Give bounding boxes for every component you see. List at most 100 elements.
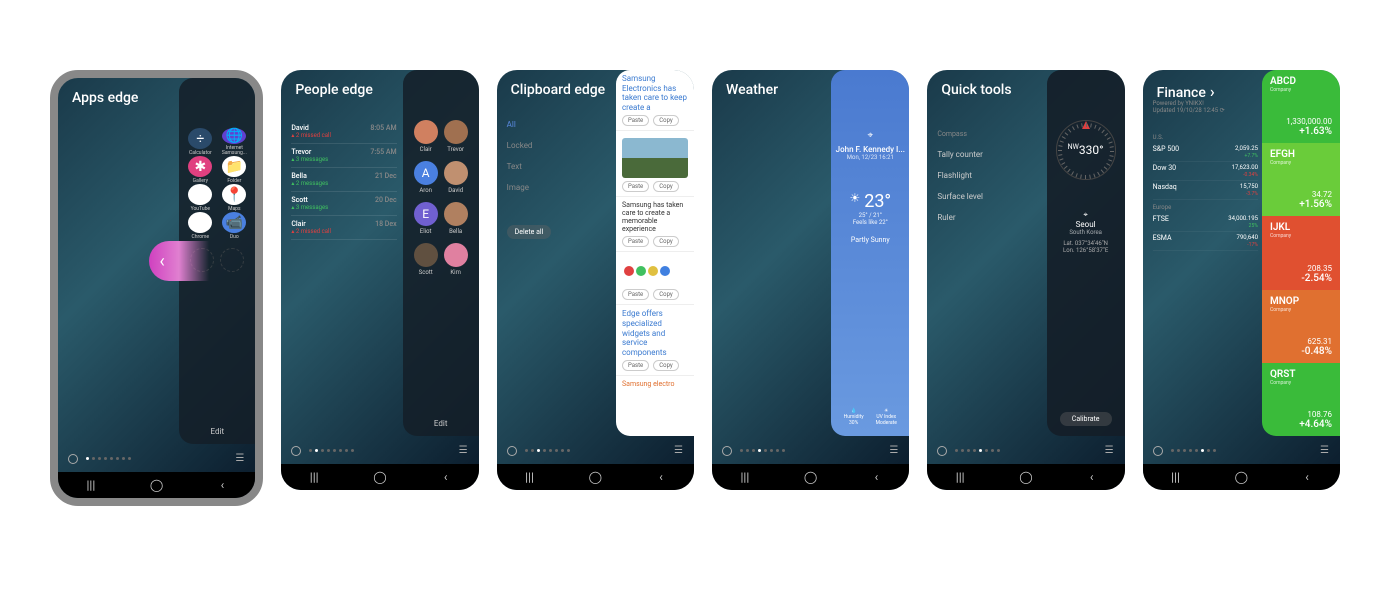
- back-icon[interactable]: ‹: [1082, 470, 1102, 484]
- app-icon[interactable]: ÷Calculator: [186, 128, 214, 156]
- home-icon[interactable]: ◯: [585, 470, 605, 484]
- ticker-card[interactable]: IJKLCompany208.35-2.54%: [1262, 216, 1340, 289]
- back-icon[interactable]: ‹: [651, 470, 671, 484]
- weather-hilo: 25° / 21°: [859, 212, 882, 219]
- contact-avatar[interactable]: Kim: [444, 243, 468, 276]
- ticker-card[interactable]: QRSTCompany108.76+4.64%: [1262, 363, 1340, 436]
- bottom-bar: ☰: [58, 453, 255, 464]
- home-icon[interactable]: ◯: [147, 478, 167, 492]
- list-icon[interactable]: ☰: [1105, 445, 1115, 456]
- home-icon[interactable]: ◯: [1016, 470, 1036, 484]
- recents-icon[interactable]: |||: [304, 470, 324, 484]
- add-slot[interactable]: [220, 248, 244, 272]
- compass-location: ⌖SeoulSouth Korea: [1069, 210, 1102, 236]
- back-icon[interactable]: ‹: [1297, 470, 1317, 484]
- contact-avatar[interactable]: Trevor: [444, 120, 468, 153]
- finance-index-row[interactable]: S&P 5002,059.25+7.7%: [1153, 143, 1258, 162]
- settings-icon[interactable]: [1153, 446, 1163, 456]
- ticker-card[interactable]: ABCDCompany1,330,000.00+1.63%: [1262, 70, 1340, 143]
- finance-index-row[interactable]: Dow 3017,623.00-0.34%: [1153, 162, 1258, 181]
- app-icon[interactable]: 📍Maps: [220, 184, 248, 212]
- clipboard-item[interactable]: Samsung has taken care to create a memor…: [616, 197, 694, 252]
- recents-icon[interactable]: |||: [81, 478, 101, 492]
- home-icon[interactable]: ◯: [370, 470, 390, 484]
- recents-icon[interactable]: |||: [735, 470, 755, 484]
- people-item[interactable]: Clair18 Dex▴ 2 missed call: [291, 216, 396, 240]
- finance-index-row[interactable]: ESMA790,640-17%: [1153, 232, 1258, 251]
- recents-icon[interactable]: |||: [520, 470, 540, 484]
- people-item[interactable]: Scott20 Dec▴ 3 messages: [291, 192, 396, 216]
- clipboard-item[interactable]: Samsung Electronics has taken care to ke…: [616, 70, 694, 131]
- back-icon[interactable]: ‹: [436, 470, 456, 484]
- paste-button[interactable]: Paste: [622, 115, 649, 126]
- phone-weather: Weather ⌖ John F. Kennedy I... Mon, 12/2…: [712, 70, 909, 490]
- finance-index-row[interactable]: FTSE34,000.19525%: [1153, 213, 1258, 232]
- copy-button[interactable]: Copy: [653, 236, 679, 247]
- clipboard-item[interactable]: Samsung electro: [616, 376, 694, 392]
- contact-avatar[interactable]: Scott: [414, 243, 438, 276]
- clipboard-category[interactable]: All: [507, 120, 533, 129]
- list-icon[interactable]: ☰: [459, 445, 469, 456]
- home-icon[interactable]: ◯: [801, 470, 821, 484]
- phone-apps-edge: Apps edge ‹ ÷Calculator🌐Internet Samsung…: [50, 70, 263, 506]
- contact-avatar[interactable]: David: [444, 161, 468, 194]
- people-item[interactable]: Trevor7:55 AM▴ 3 messages: [291, 144, 396, 168]
- people-item[interactable]: David8:05 AM▴ 2 missed call: [291, 120, 396, 144]
- settings-icon[interactable]: [68, 454, 78, 464]
- phone-finance: Finance Powered by YNIKX!Updated 19/10/2…: [1143, 70, 1340, 490]
- clipboard-item[interactable]: Edge offers specialized widgets and serv…: [616, 305, 694, 376]
- contact-avatar[interactable]: AAron: [414, 161, 438, 194]
- edge-handle[interactable]: ‹: [149, 241, 209, 281]
- contact-avatar[interactable]: EEliot: [414, 202, 438, 235]
- weather-condition: Partly Sunny: [851, 236, 890, 244]
- paste-button[interactable]: Paste: [622, 236, 649, 247]
- recents-icon[interactable]: |||: [950, 470, 970, 484]
- app-icon[interactable]: ▶YouTube: [186, 184, 214, 212]
- back-icon[interactable]: ‹: [866, 470, 886, 484]
- clipboard-item[interactable]: PasteCopy: [616, 252, 694, 305]
- panel-title: Apps edge: [72, 90, 138, 106]
- ticker-card[interactable]: MNOPCompany625.31-0.48%: [1262, 290, 1340, 363]
- app-icon[interactable]: ✱Gallery: [186, 156, 214, 184]
- tool-item[interactable]: Tally counter: [937, 150, 983, 159]
- list-icon[interactable]: ☰: [889, 445, 899, 456]
- calibrate-button[interactable]: Calibrate: [1060, 412, 1112, 426]
- home-icon[interactable]: ◯: [1231, 470, 1251, 484]
- panel-title[interactable]: Finance: [1157, 82, 1215, 101]
- delete-all-button[interactable]: Delete all: [507, 225, 552, 239]
- clipboard-item[interactable]: PasteCopy: [616, 131, 694, 197]
- tool-item[interactable]: Flashlight: [937, 171, 983, 180]
- list-icon[interactable]: ☰: [235, 453, 245, 464]
- humidity-stat: 💧Humidity30%: [844, 408, 864, 426]
- copy-button[interactable]: Copy: [653, 115, 679, 126]
- edit-button[interactable]: Edit: [211, 427, 225, 436]
- settings-icon[interactable]: [291, 446, 301, 456]
- back-icon[interactable]: ‹: [212, 478, 232, 492]
- app-icon[interactable]: 🌐Internet Samsung...: [220, 128, 248, 156]
- tool-item[interactable]: Surface level: [937, 192, 983, 201]
- paste-button[interactable]: Paste: [622, 360, 649, 371]
- copy-button[interactable]: Copy: [653, 360, 679, 371]
- weather-panel[interactable]: ⌖ John F. Kennedy I... Mon, 12/23 16:21 …: [831, 70, 909, 436]
- clipboard-category[interactable]: Text: [507, 162, 533, 171]
- settings-icon[interactable]: [722, 446, 732, 456]
- compass-dial[interactable]: NW330°: [1056, 120, 1116, 180]
- contact-avatar[interactable]: Bella: [444, 202, 468, 235]
- edit-button[interactable]: Edit: [434, 419, 448, 428]
- clipboard-category[interactable]: Locked: [507, 141, 533, 150]
- list-icon[interactable]: ☰: [1320, 445, 1330, 456]
- app-icon[interactable]: ◉Chrome: [186, 212, 214, 240]
- finance-tickers: ABCDCompany1,330,000.00+1.63%EFGHCompany…: [1262, 70, 1340, 436]
- ticker-card[interactable]: EFGHCompany34.72+1.56%: [1262, 143, 1340, 216]
- people-item[interactable]: Bella21 Dec▴ 2 messages: [291, 168, 396, 192]
- finance-index-row[interactable]: Nasdaq15,750-3.7%: [1153, 181, 1258, 200]
- contact-avatar[interactable]: Clair: [414, 120, 438, 153]
- app-icon[interactable]: 📁Folder: [220, 156, 248, 184]
- list-icon[interactable]: ☰: [674, 445, 684, 456]
- settings-icon[interactable]: [937, 446, 947, 456]
- tool-item[interactable]: Ruler: [937, 213, 983, 222]
- clipboard-category[interactable]: Image: [507, 183, 533, 192]
- app-icon[interactable]: 📹Duo: [220, 212, 248, 240]
- recents-icon[interactable]: |||: [1166, 470, 1186, 484]
- settings-icon[interactable]: [507, 446, 517, 456]
